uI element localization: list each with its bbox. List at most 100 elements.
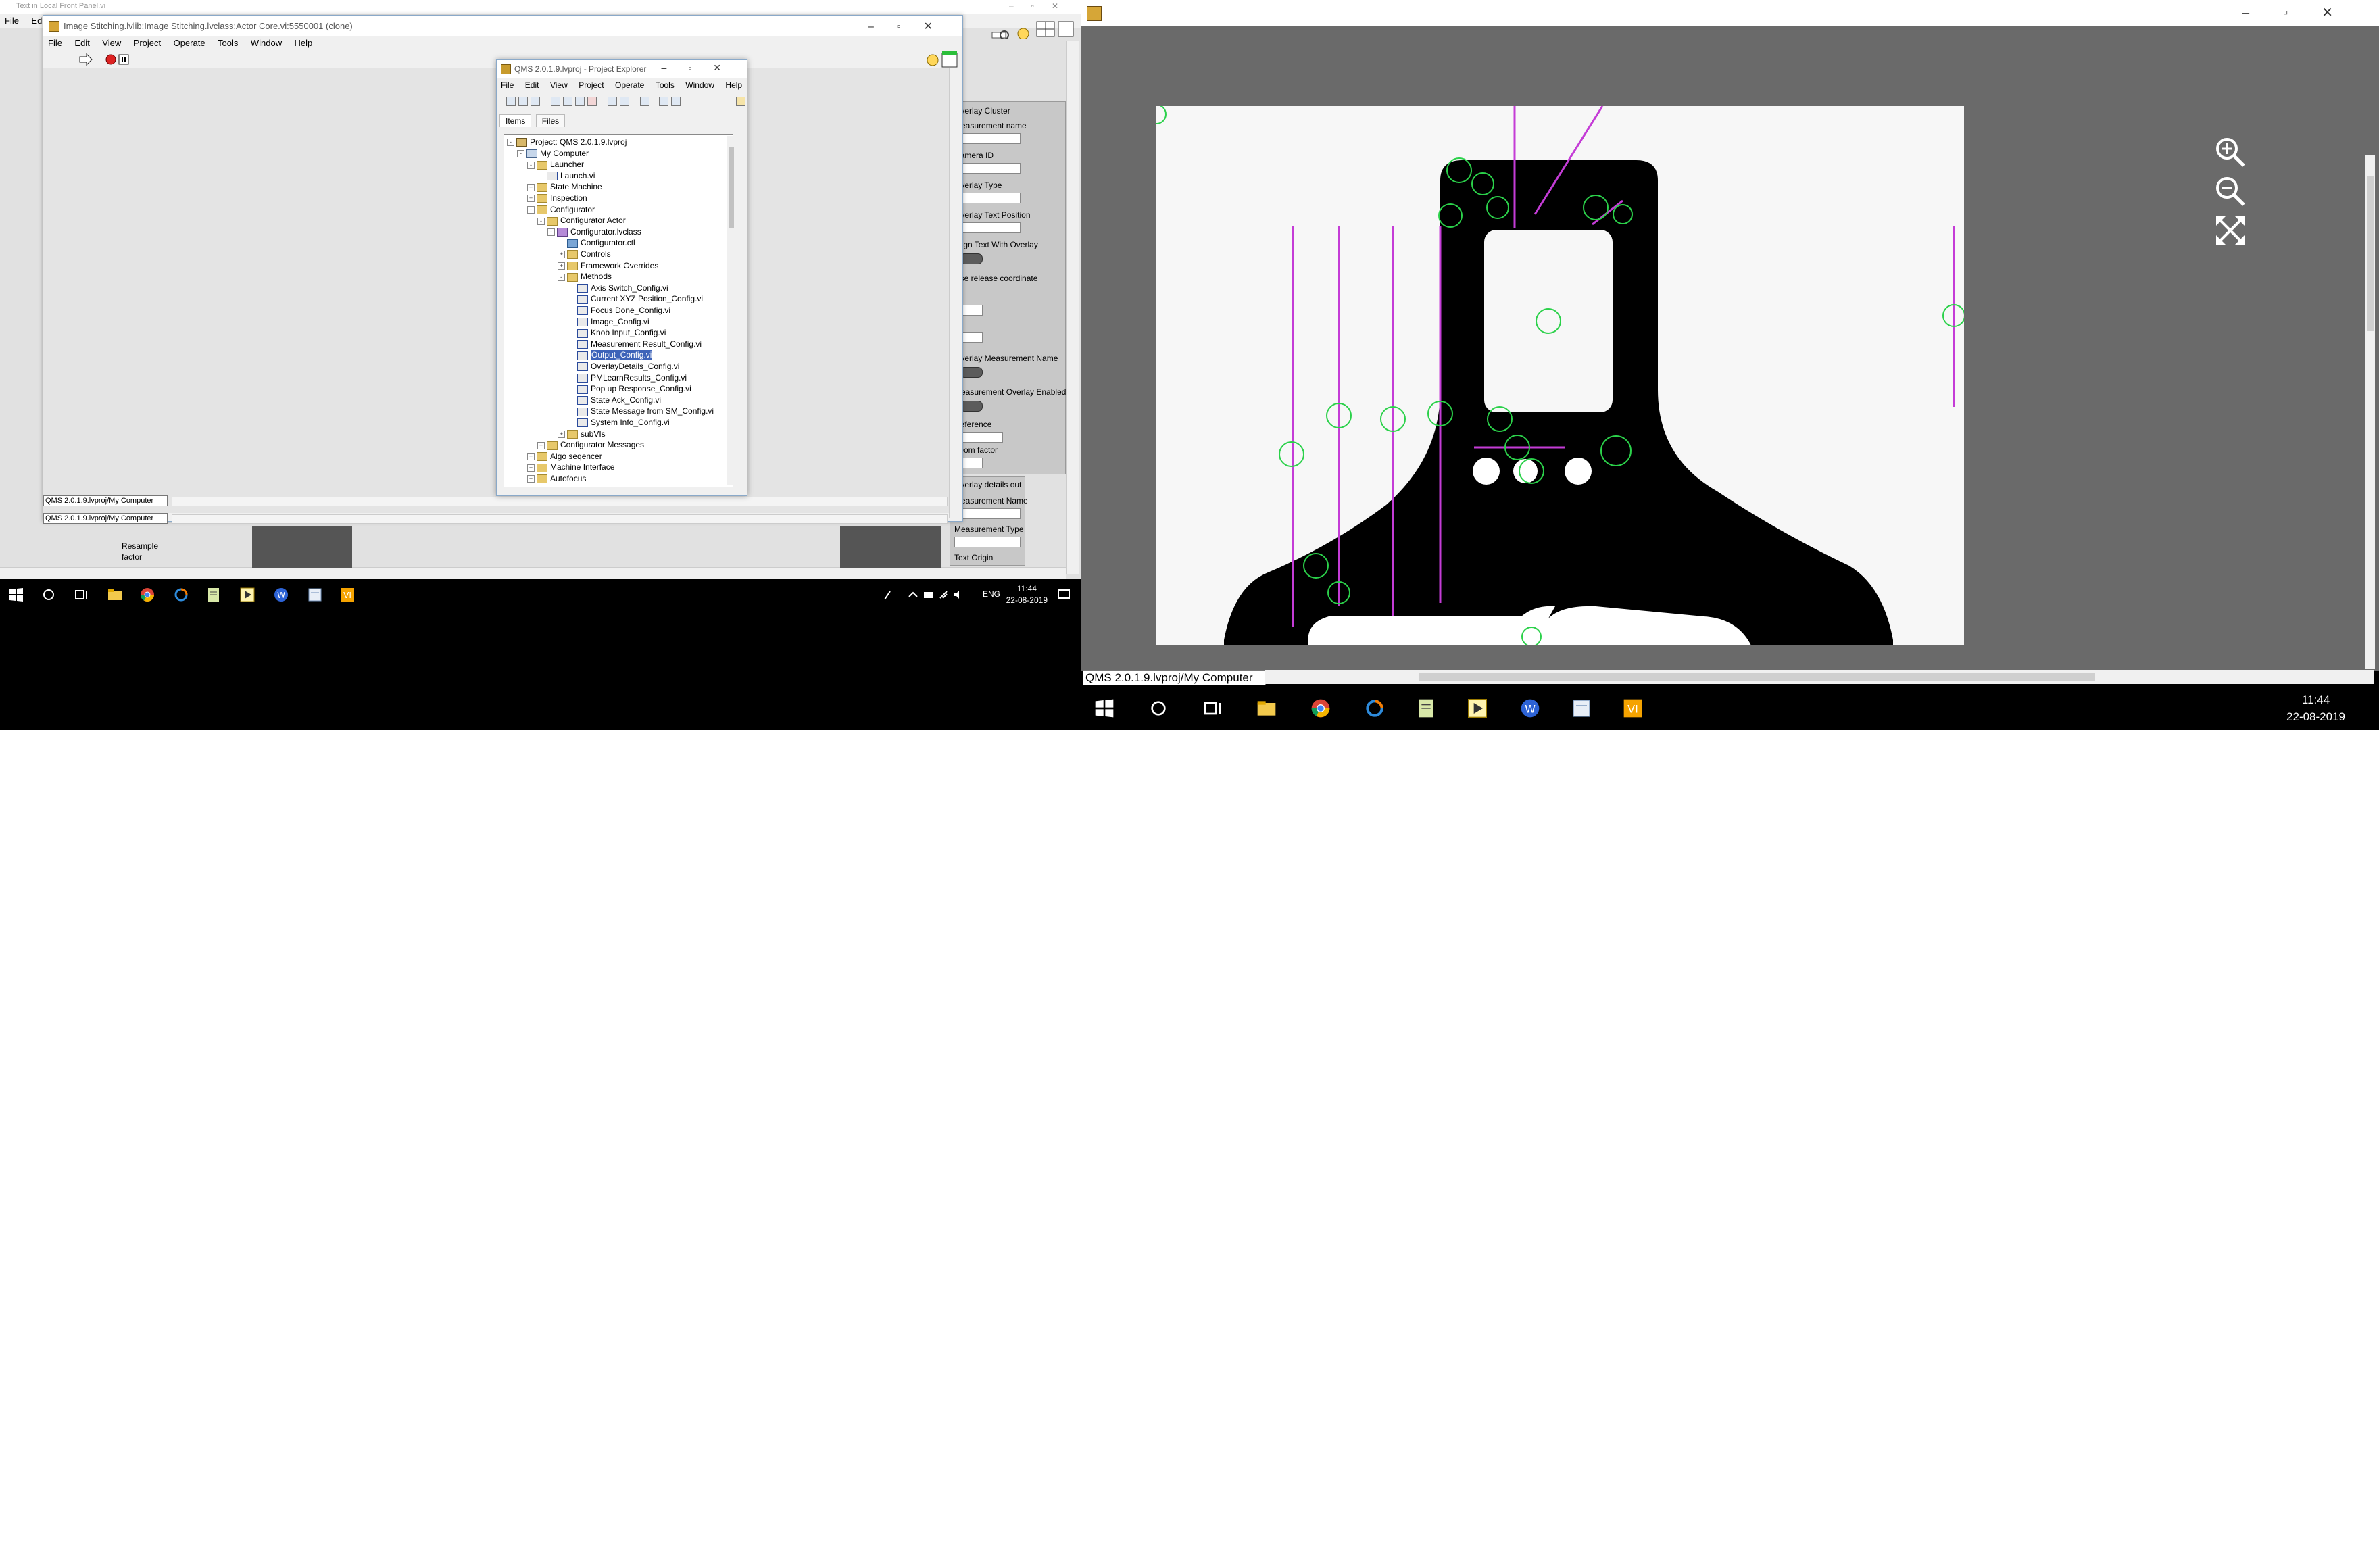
tree-item[interactable]: - Configurator (527, 204, 595, 215)
tree-item[interactable]: State Message from SM_Config.vi (568, 406, 714, 416)
viewer-window-controls[interactable]: –▫✕ (2242, 4, 2367, 21)
menu-view[interactable]: View (546, 78, 572, 93)
document-icon[interactable] (307, 587, 323, 603)
tree-item[interactable]: - Configurator Actor (537, 215, 626, 226)
save-all-icon[interactable] (531, 97, 540, 106)
tree-item[interactable]: - Project: QMS 2.0.1.9.lvproj (507, 137, 627, 147)
expand-toggle-icon[interactable]: + (527, 183, 535, 191)
clock[interactable]: 11:44 22-08-2019 (1006, 583, 1048, 606)
menu-file[interactable]: File (497, 78, 518, 93)
collapse-toggle-icon[interactable]: - (527, 161, 535, 169)
document-icon[interactable] (1571, 697, 1592, 719)
background-window-controls[interactable]: –▫✕ (1009, 1, 1076, 11)
sort-icon[interactable] (671, 97, 681, 106)
paste-icon[interactable] (575, 97, 585, 106)
fit-to-window-icon[interactable] (2213, 214, 2247, 247)
tree-item[interactable]: Configurator.ctl (558, 237, 635, 248)
menu-window[interactable]: Window (246, 36, 287, 51)
labview-project-icon[interactable] (239, 587, 255, 603)
tree-item[interactable]: Pop up Response_Config.vi (568, 383, 691, 394)
background-horizontal-scrollbar[interactable] (0, 567, 1066, 579)
menu-edit[interactable]: Edit (521, 78, 543, 93)
labview-project-icon[interactable] (1467, 697, 1488, 719)
collapse-toggle-icon[interactable]: - (517, 149, 524, 157)
menu-help[interactable]: Help (721, 78, 746, 93)
clock[interactable]: 11:44 22-08-2019 (2286, 691, 2345, 725)
expand-toggle-icon[interactable]: + (558, 251, 565, 259)
file-explorer-icon[interactable] (107, 587, 123, 603)
tree-item[interactable]: + subVIs (558, 428, 606, 439)
menu-operate[interactable]: Operate (611, 78, 648, 93)
hierarchy-icon[interactable] (659, 97, 668, 106)
collapse-toggle-icon[interactable]: - (558, 273, 565, 281)
image-display[interactable] (1156, 106, 1964, 645)
menu-operate[interactable]: Operate (169, 36, 210, 51)
measurement-name-field[interactable] (954, 133, 1021, 144)
chrome-icon[interactable] (139, 587, 155, 603)
copy-icon[interactable] (563, 97, 572, 106)
deploy-icon[interactable] (620, 97, 629, 106)
front-panel-window-controls[interactable]: –▫✕ (868, 20, 956, 33)
tab-files[interactable]: Files (535, 114, 566, 127)
tree-item[interactable]: System Info_Config.vi (568, 417, 670, 428)
zoom-out-icon[interactable] (2213, 174, 2247, 208)
zoom-in-icon[interactable] (2213, 135, 2247, 169)
notification-icon[interactable] (1057, 589, 1071, 601)
front-panel-hscroll-1[interactable] (172, 497, 948, 506)
tree-item[interactable]: Focus Done_Config.vi (568, 305, 670, 316)
align-text-toggle[interactable] (960, 253, 983, 264)
expand-toggle-icon[interactable]: + (527, 475, 535, 483)
front-panel-hscroll-2[interactable] (172, 514, 948, 524)
cut-icon[interactable] (551, 97, 560, 106)
viewer-vscroll-thumb[interactable] (2367, 176, 2374, 331)
tree-item[interactable]: + Framework Overrides (558, 260, 658, 271)
view-options-icon[interactable] (640, 97, 649, 106)
menu-view[interactable]: View (97, 36, 126, 51)
tree-item[interactable]: + Machine Interface (527, 462, 614, 472)
front-panel-titlebar[interactable]: Image Stitching.lvlib:Image Stitching.lv… (43, 16, 962, 36)
tree-item[interactable]: Knob Input_Config.vi (568, 327, 666, 338)
expand-toggle-icon[interactable]: + (527, 195, 535, 203)
folder-icon[interactable] (736, 97, 745, 106)
tree-item[interactable]: Image_Config.vi (568, 316, 649, 327)
expand-toggle-icon[interactable]: + (558, 262, 565, 270)
tab-items[interactable]: Items (499, 114, 532, 127)
collapse-toggle-icon[interactable]: - (547, 228, 555, 237)
tree-item[interactable]: + Controls (558, 249, 611, 260)
front-panel-vertical-scrollbar[interactable] (949, 68, 962, 518)
collapse-toggle-icon[interactable]: - (527, 205, 535, 214)
tree-item[interactable]: - Methods (558, 271, 612, 282)
menu-edit[interactable]: Edit (70, 36, 94, 51)
collapse-toggle-icon[interactable]: - (537, 217, 545, 225)
task-view-icon[interactable] (1202, 697, 1223, 719)
measurement-overlay-enabled-toggle[interactable] (960, 401, 983, 412)
menu-project[interactable]: Project (574, 78, 608, 93)
system-tray-icons[interactable] (882, 589, 977, 601)
tree-item[interactable]: Current XYZ Position_Config.vi (568, 293, 703, 304)
task-view-icon[interactable] (73, 587, 89, 603)
expand-toggle-icon[interactable]: + (527, 464, 535, 472)
expand-toggle-icon[interactable]: + (527, 453, 535, 461)
menu-tools[interactable]: Tools (213, 36, 243, 51)
new-icon[interactable] (506, 97, 516, 106)
vision-icon[interactable]: W (273, 587, 289, 603)
tree-item[interactable]: Launch.vi (537, 170, 595, 181)
delete-icon[interactable] (587, 97, 597, 106)
tree-item[interactable]: + Autofocus (527, 473, 586, 484)
tree-item[interactable]: + State Machine (527, 181, 602, 192)
open-icon[interactable] (518, 97, 528, 106)
tree-item[interactable]: Output_Config.vi (568, 349, 653, 360)
tree-item[interactable]: - My Computer (517, 148, 589, 159)
menu-tools[interactable]: Tools (652, 78, 679, 93)
camera-id-field[interactable] (954, 163, 1021, 174)
background-vertical-scrollbar[interactable] (1066, 41, 1079, 574)
tree-item[interactable]: Axis Switch_Config.vi (568, 283, 668, 293)
expand-toggle-icon[interactable]: + (537, 441, 545, 449)
tree-item[interactable]: + Configurator Messages (537, 439, 644, 450)
tree-item[interactable]: + Inspection (527, 193, 587, 203)
tree-item[interactable]: - Configurator.lvclass (547, 226, 641, 237)
viewer-hscroll-thumb[interactable] (1419, 673, 2095, 681)
search-icon[interactable] (1148, 697, 1169, 719)
file-explorer-icon[interactable] (1256, 697, 1277, 719)
sync-icon[interactable] (1364, 697, 1385, 719)
